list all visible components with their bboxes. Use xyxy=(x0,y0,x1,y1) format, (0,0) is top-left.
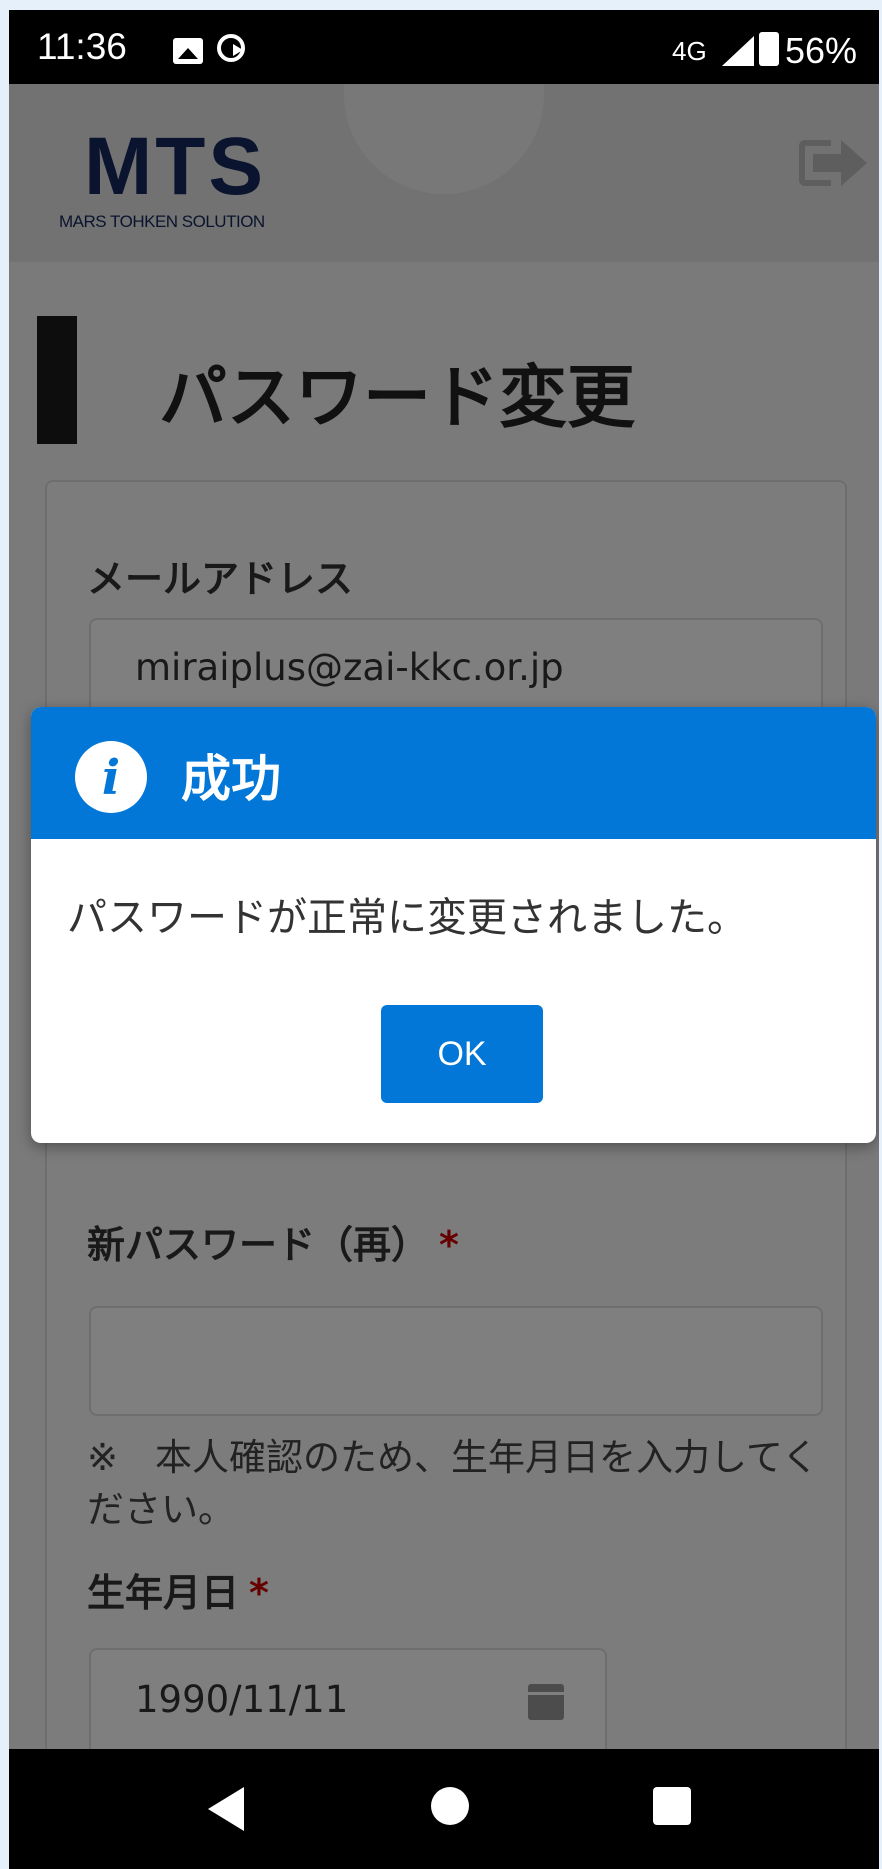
home-icon[interactable] xyxy=(431,1787,469,1825)
success-dialog: i 成功 パスワードが正常に変更されました。 OK xyxy=(31,707,876,1143)
dialog-title: 成功 xyxy=(181,750,281,808)
dialog-header: i 成功 xyxy=(31,707,876,839)
status-time: 11:36 xyxy=(37,26,127,67)
image-icon xyxy=(173,38,203,64)
navigation-bar xyxy=(9,1749,879,1869)
network-type: 4G xyxy=(672,36,707,66)
signal-icon xyxy=(722,36,754,66)
recents-icon[interactable] xyxy=(653,1787,691,1825)
info-icon: i xyxy=(75,741,147,813)
battery-icon xyxy=(759,32,779,66)
back-icon[interactable] xyxy=(208,1787,244,1831)
phone-screen: 11:36 4G 56% MTS MARS TOHKEN SOLUTION パス… xyxy=(9,10,879,1869)
battery-level: 56% xyxy=(785,30,858,71)
dialog-message: パスワードが正常に変更されました。 xyxy=(67,895,747,941)
sync-icon xyxy=(217,34,245,62)
status-bar: 11:36 4G 56% xyxy=(9,10,879,84)
ok-button[interactable]: OK xyxy=(381,1005,543,1103)
